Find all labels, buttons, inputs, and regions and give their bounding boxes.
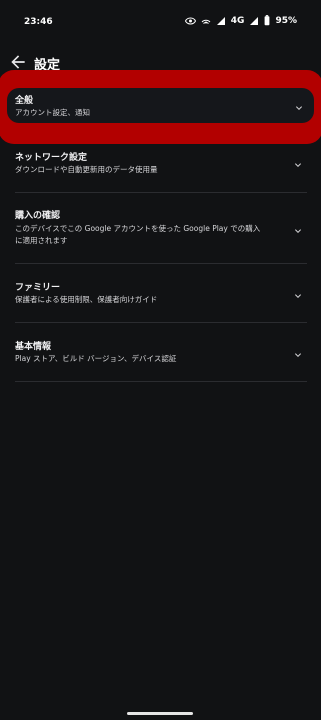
settings-item-network[interactable]: ネットワーク設定 ダウンロードや自動更新用のデータ使用量 [0, 148, 321, 192]
chevron-down-icon [292, 287, 304, 299]
wifi-signal-icon [216, 16, 226, 26]
status-icons: 4G 95% [184, 15, 297, 26]
settings-item-label: ネットワーク設定 [15, 153, 88, 163]
chevron-down-icon [293, 99, 305, 118]
back-arrow-icon[interactable] [8, 52, 28, 72]
battery-icon [264, 15, 270, 26]
settings-item-subtitle: 保護者による使用制限、保護者向けガイド [15, 295, 158, 304]
hotspot-icon [201, 16, 211, 26]
settings-item-subtitle: アカウント設定、通知 [15, 108, 90, 117]
settings-item-subtitle: ダウンロードや自動更新用のデータ使用量 [15, 165, 158, 174]
settings-item-label: 全般 [15, 96, 34, 106]
network-type: 4G [230, 15, 245, 26]
settings-item-label: 購入の確認 [15, 211, 61, 221]
settings-item-purchase[interactable]: 購入の確認 このデバイスでこの Google アカウントを使った Google … [0, 206, 321, 263]
settings-item-general[interactable]: 全般 アカウント設定、通知 [7, 88, 314, 123]
gesture-nav-bar[interactable] [127, 712, 193, 715]
settings-item-about[interactable]: 基本情報 Play ストア、ビルド バージョン、デバイス認証 [0, 337, 321, 381]
status-time: 23:46 [24, 17, 53, 27]
chevron-down-icon [292, 346, 304, 358]
settings-item-label: 基本情報 [15, 342, 52, 352]
chevron-down-icon [292, 222, 304, 234]
status-bar: 23:46 4G 95% [0, 0, 321, 44]
settings-item-subtitle: このデバイスでこの Google アカウントを使った Google Play で… [15, 224, 261, 245]
cell-signal-icon [249, 16, 259, 26]
settings-item-subtitle: Play ストア、ビルド バージョン、デバイス認証 [15, 354, 177, 363]
divider [15, 263, 307, 264]
eye-icon [184, 16, 196, 25]
divider [15, 192, 307, 193]
chevron-down-icon [292, 156, 304, 168]
battery-level: 95% [275, 15, 297, 26]
settings-item-label: ファミリー [15, 283, 61, 293]
divider [15, 381, 307, 382]
divider [15, 322, 307, 323]
settings-item-family[interactable]: ファミリー 保護者による使用制限、保護者向けガイド [0, 278, 321, 322]
